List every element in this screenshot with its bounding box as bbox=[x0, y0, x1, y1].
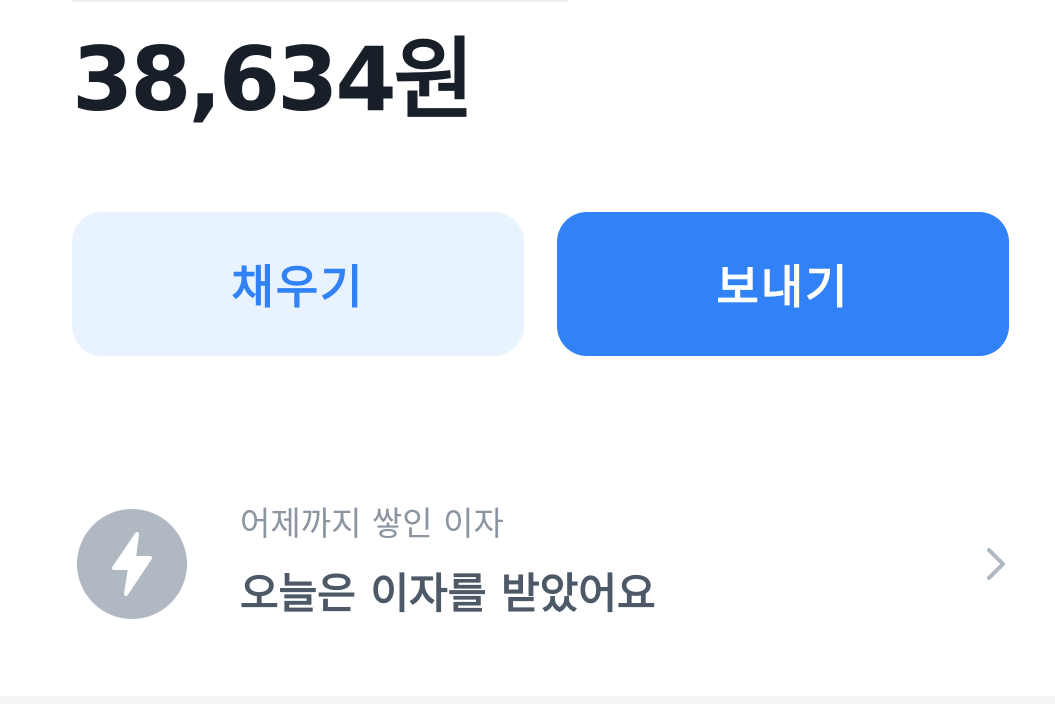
chevron-right-icon bbox=[987, 548, 1005, 580]
interest-title: 오늘은 이자를 받았어요 bbox=[240, 569, 656, 618]
lightning-bolt-icon bbox=[77, 509, 187, 619]
fill-button-label: 채우기 bbox=[231, 260, 365, 314]
fill-button[interactable]: 채우기 bbox=[72, 212, 524, 356]
top-divider bbox=[72, 0, 568, 2]
account-balance: 38,634원 bbox=[72, 28, 475, 131]
send-button[interactable]: 보내기 bbox=[557, 212, 1009, 356]
interest-row[interactable]: 어제까지 쌓인 이자 오늘은 이자를 받았어요 bbox=[0, 480, 1055, 650]
interest-caption: 어제까지 쌓인 이자 bbox=[240, 504, 504, 543]
section-divider bbox=[0, 696, 1055, 704]
send-button-label: 보내기 bbox=[716, 260, 850, 314]
